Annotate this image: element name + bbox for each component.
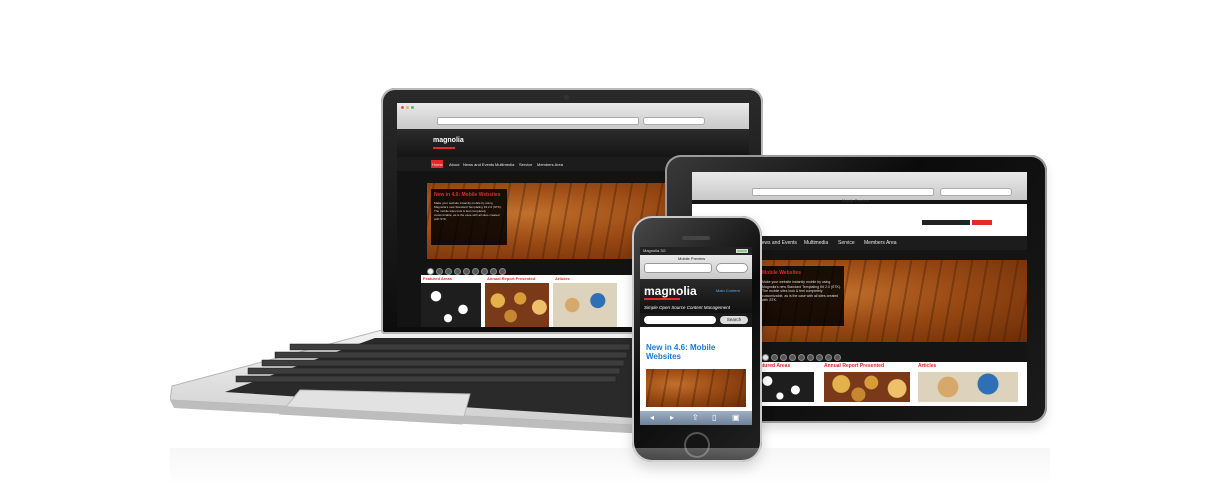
- laptop-section-featured[interactable]: Featured Areas: [423, 276, 452, 281]
- laptop-nav-news[interactable]: News and Events: [463, 162, 494, 167]
- phone-search-input[interactable]: [644, 316, 716, 324]
- tablet-content-area: Featured Areas Annual Report Presented A…: [752, 362, 1027, 406]
- laptop-slider-dot[interactable]: [481, 268, 488, 275]
- phone-content: New in 4.6: Mobile Websites: [640, 327, 752, 411]
- laptop-nav-home[interactable]: Home: [432, 162, 443, 167]
- phone-tab-label: Mobile Preview: [678, 256, 706, 261]
- laptop-hero-caption: New in 4.6: Mobile Websites Make your we…: [431, 189, 507, 245]
- laptop-section-articles[interactable]: Articles: [555, 276, 570, 281]
- laptop-hero-body: Make your website instantly mobile by us…: [434, 201, 502, 221]
- tablet-slider-dot[interactable]: [771, 354, 778, 361]
- laptop-slider-dot[interactable]: [427, 268, 434, 275]
- tablet-slider-dot[interactable]: [789, 354, 796, 361]
- laptop-nav-service[interactable]: Service: [519, 162, 532, 167]
- tablet-browser-search[interactable]: [940, 188, 1012, 196]
- tablet-slider-dot[interactable]: [825, 354, 832, 361]
- tablet-thumb-annual[interactable]: [824, 372, 910, 402]
- phone-screen: Magnolia 3G Mobile Preview magnolia Main…: [640, 247, 752, 425]
- tablet-page-title: Mobile Preview: [842, 198, 870, 203]
- phone-status-bar: Magnolia 3G: [640, 247, 752, 255]
- laptop-thumb-articles[interactable]: [553, 283, 617, 327]
- laptop-keyboard-base: [169, 329, 661, 450]
- tablet-section-annual[interactable]: Annual Report Presented: [824, 364, 884, 369]
- phone-headline[interactable]: New in 4.6: Mobile Websites: [646, 343, 736, 361]
- tablet-thumb-articles[interactable]: [918, 372, 1018, 402]
- laptop-slider-dot[interactable]: [463, 268, 470, 275]
- product-photo: magnolia Home About News and Events Mult…: [0, 0, 1213, 486]
- phone-tagline: Simple Open Source Content Management: [644, 305, 731, 310]
- phone-browser-chrome: Mobile Preview: [640, 255, 752, 279]
- tablet-browser-chrome: Mobile Preview: [692, 172, 1027, 203]
- tabs-icon[interactable]: ▣: [732, 413, 740, 423]
- tablet-nav-service[interactable]: Service: [838, 240, 855, 246]
- forward-arrow-icon[interactable]: ▸: [670, 413, 674, 423]
- tablet-hero-body: Make your website instantly mobile by us…: [762, 280, 842, 302]
- phone-address-bar[interactable]: [644, 263, 712, 273]
- laptop-thumb-featured[interactable]: [421, 283, 481, 327]
- tablet-slider-dot[interactable]: [798, 354, 805, 361]
- laptop-section-annual[interactable]: Annual Report Presented: [487, 276, 535, 281]
- laptop-slider-dot[interactable]: [436, 268, 443, 275]
- laptop-browser-chrome: [397, 103, 749, 129]
- phone-logo-underline: [644, 298, 680, 300]
- battery-icon: [736, 249, 748, 253]
- phone-camera: [674, 235, 679, 240]
- laptop-slider-dot[interactable]: [490, 268, 497, 275]
- phone-speaker: [682, 236, 710, 240]
- laptop-site-logo[interactable]: magnolia: [433, 137, 464, 144]
- tablet-slider-dot[interactable]: [834, 354, 841, 361]
- share-icon[interactable]: ⇪: [692, 413, 699, 423]
- laptop-thumb-annual[interactable]: [485, 283, 549, 327]
- tablet-slider-dot[interactable]: [780, 354, 787, 361]
- laptop-slider-dot[interactable]: [499, 268, 506, 275]
- laptop-site-header: magnolia: [397, 129, 749, 157]
- tablet-hero-caption: Mobile Websites Make your website instan…: [752, 266, 844, 326]
- back-arrow-icon[interactable]: ◂: [650, 413, 654, 423]
- phone-nav-link[interactable]: Main Content: [716, 288, 740, 293]
- phone-hero-image: [646, 369, 746, 407]
- tablet-nav-news[interactable]: News and Events: [758, 240, 797, 246]
- bookmarks-icon[interactable]: ▯: [712, 413, 716, 423]
- laptop-nav-multimedia[interactable]: Multimedia: [495, 162, 514, 167]
- laptop-hero-title[interactable]: New in 4.6: Mobile Websites: [434, 192, 501, 198]
- tablet-hero-title[interactable]: Mobile Websites: [762, 270, 801, 276]
- laptop-logo-underline: [433, 147, 455, 149]
- phone-search-row: Search: [640, 313, 752, 327]
- phone-browser-search[interactable]: [716, 263, 748, 273]
- laptop-nav-members[interactable]: Members Area: [537, 162, 563, 167]
- tablet-nav-members[interactable]: Members Area: [864, 240, 897, 246]
- phone-search-button[interactable]: Search: [720, 316, 748, 324]
- tablet-site-search-button[interactable]: [972, 220, 992, 225]
- tablet-slider-dot[interactable]: [762, 354, 769, 361]
- tablet-site-search-input[interactable]: [922, 220, 970, 225]
- tablet-address-bar[interactable]: [752, 188, 934, 196]
- tablet-nav-multimedia[interactable]: Multimedia: [804, 240, 828, 246]
- laptop-slider-dot[interactable]: [472, 268, 479, 275]
- laptop-browser-search[interactable]: [643, 117, 705, 125]
- laptop-slider-dot[interactable]: [454, 268, 461, 275]
- floor-reflection: [170, 448, 1050, 486]
- tablet-section-articles[interactable]: Articles: [918, 364, 936, 369]
- laptop-address-bar[interactable]: [437, 117, 639, 125]
- laptop-nav-about[interactable]: About: [449, 162, 459, 167]
- phone-site-logo[interactable]: magnolia: [644, 285, 697, 297]
- laptop-slider-dot[interactable]: [445, 268, 452, 275]
- phone-site-header: magnolia Main Content Simple Open Source…: [640, 279, 752, 313]
- tablet-slider-dot[interactable]: [816, 354, 823, 361]
- tablet-slider-dot[interactable]: [807, 354, 814, 361]
- phone-browser-toolbar: ◂ ▸ ⇪ ▯ ▣: [640, 411, 752, 425]
- laptop-camera: [564, 95, 569, 100]
- phone-carrier: Magnolia 3G: [643, 248, 666, 253]
